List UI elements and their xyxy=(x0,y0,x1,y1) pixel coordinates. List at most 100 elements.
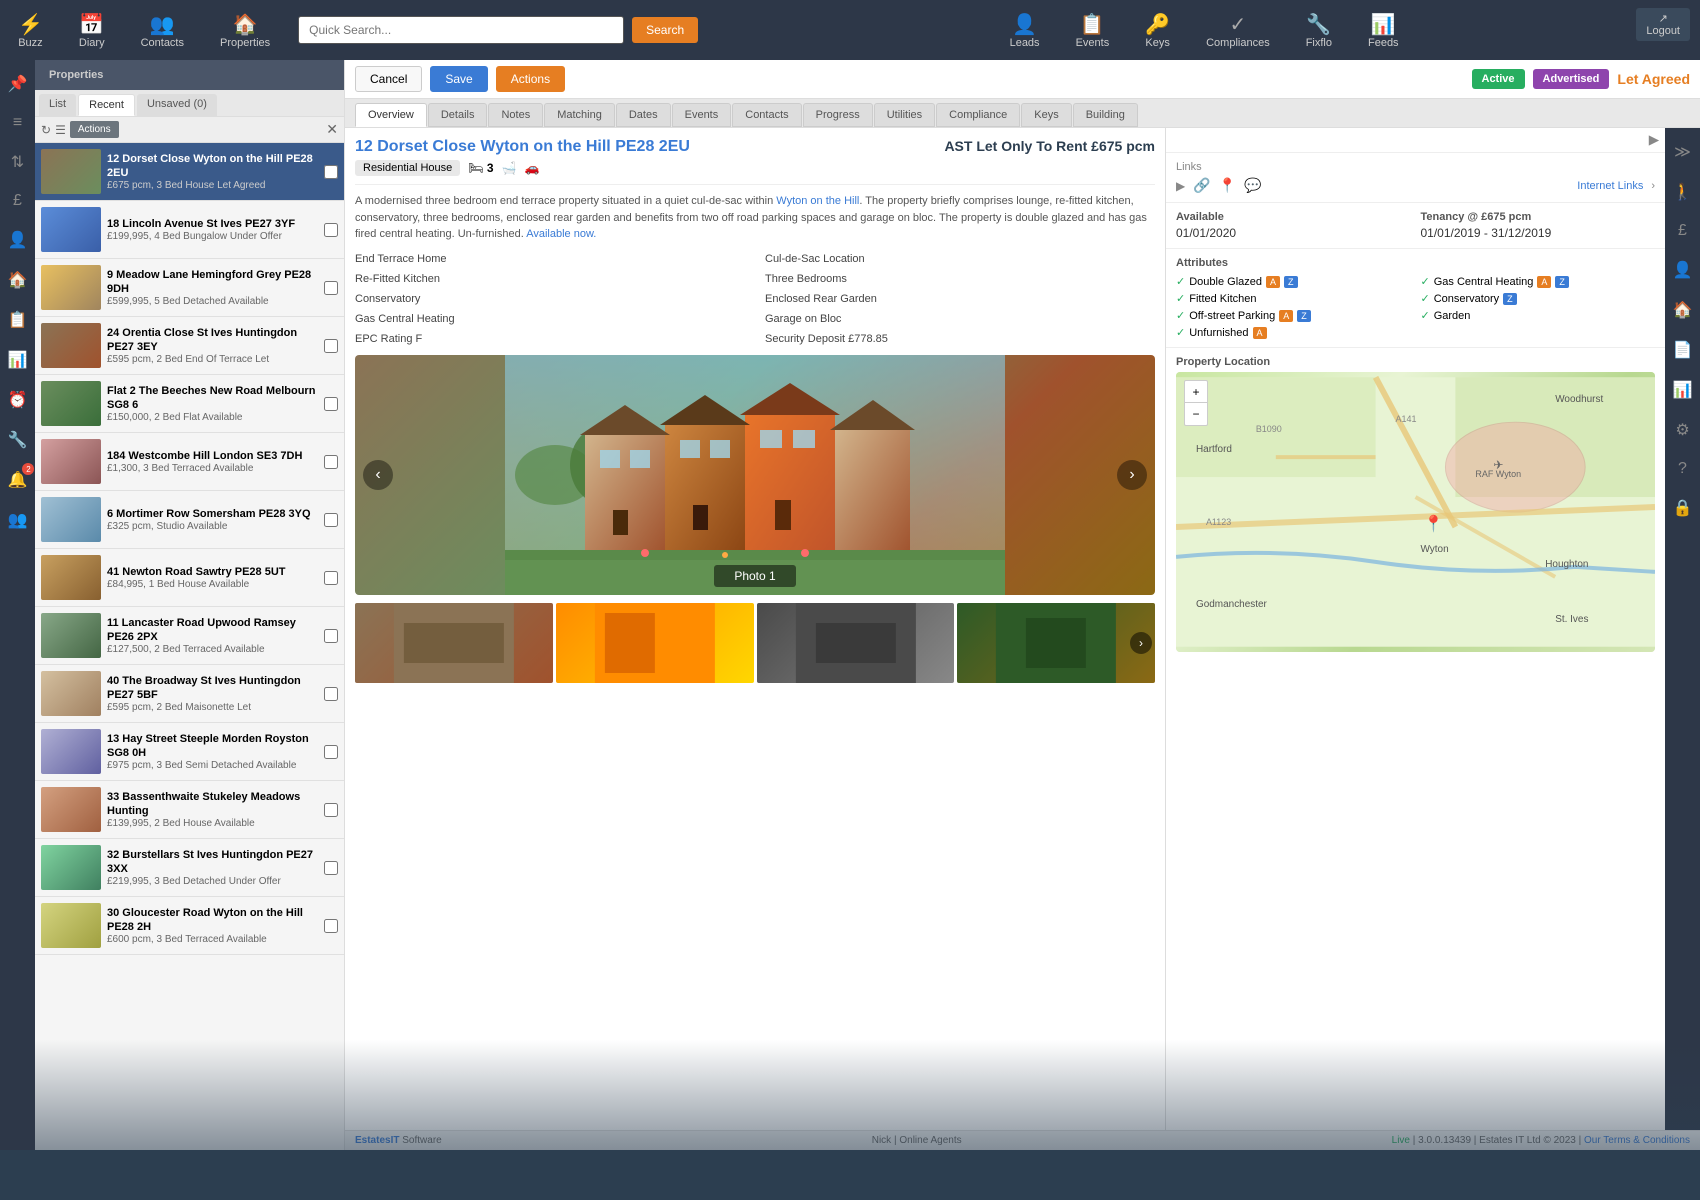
photo-next-button[interactable]: › xyxy=(1117,460,1147,490)
actions-button[interactable]: Actions xyxy=(70,121,119,138)
nav-fixflo[interactable]: 🔧 Fixflo xyxy=(1298,8,1340,53)
thumb-4[interactable] xyxy=(957,603,1155,683)
search-button[interactable]: Search xyxy=(632,17,698,43)
property-checkbox-0[interactable] xyxy=(324,165,338,179)
property-item-8[interactable]: 11 Lancaster Road Upwood Ramsey PE26 2PX… xyxy=(35,607,344,665)
play-icon[interactable]: ▶ xyxy=(1176,179,1185,193)
refresh-icon[interactable]: ↻ xyxy=(41,123,51,137)
tab-overview[interactable]: Overview xyxy=(355,103,427,127)
property-item-7[interactable]: 41 Newton Road Sawtry PE28 5UT £84,995, … xyxy=(35,549,344,607)
property-checkbox-9[interactable] xyxy=(324,687,338,701)
internet-links-arrow[interactable]: › xyxy=(1651,180,1655,192)
nav-diary[interactable]: 📅 Diary xyxy=(71,8,113,53)
tab-list[interactable]: List xyxy=(39,94,76,116)
internet-links-btn[interactable]: Internet Links xyxy=(1577,180,1643,192)
property-item-5[interactable]: 184 Westcombe Hill London SE3 7DH £1,300… xyxy=(35,433,344,491)
tab-details[interactable]: Details xyxy=(428,103,488,127)
nav-keys[interactable]: 🔑 Keys xyxy=(1137,8,1178,53)
tab-keys[interactable]: Keys xyxy=(1021,103,1071,127)
tab-unsaved[interactable]: Unsaved (0) xyxy=(137,94,217,116)
terms-link[interactable]: Our Terms & Conditions xyxy=(1584,1135,1690,1146)
sidebar-home-icon[interactable]: 🏠 xyxy=(4,266,32,294)
nav-events[interactable]: 📋 Events xyxy=(1068,8,1118,53)
property-item-0[interactable]: 12 Dorset Close Wyton on the Hill PE28 2… xyxy=(35,143,344,201)
cancel-button[interactable]: Cancel xyxy=(355,66,422,92)
tab-compliance[interactable]: Compliance xyxy=(936,103,1020,127)
property-item-3[interactable]: 24 Orentia Close St Ives Huntingdon PE27… xyxy=(35,317,344,375)
sidebar-clipboard-icon[interactable]: 📋 xyxy=(4,306,32,334)
nav-leads[interactable]: 👤 Leads xyxy=(1002,8,1048,53)
zoom-out-button[interactable]: − xyxy=(1185,403,1207,425)
right-nav-lock-icon[interactable]: 🔒 xyxy=(1669,494,1697,522)
right-nav-collapse-icon[interactable]: ≫ xyxy=(1670,138,1695,166)
right-nav-pound-icon[interactable]: £ xyxy=(1674,218,1691,244)
right-nav-settings-icon[interactable]: ⚙ xyxy=(1671,416,1693,444)
close-panel-button[interactable]: ✕ xyxy=(326,121,338,138)
nav-properties[interactable]: 🏠 Properties xyxy=(212,8,278,53)
sidebar-notification-icon[interactable]: 🔔 2 xyxy=(4,466,32,494)
right-nav-help-icon[interactable]: ? xyxy=(1674,456,1691,482)
tab-utilities[interactable]: Utilities xyxy=(874,103,935,127)
right-nav-person-icon[interactable]: 🚶 xyxy=(1669,178,1697,206)
property-item-10[interactable]: 13 Hay Street Steeple Morden Royston SG8… xyxy=(35,723,344,781)
speech-icon[interactable]: 💬 xyxy=(1244,177,1261,194)
property-checkbox-6[interactable] xyxy=(324,513,338,527)
property-checkbox-2[interactable] xyxy=(324,281,338,295)
thumb-next-button[interactable]: › xyxy=(1130,632,1152,654)
sidebar-clock-icon[interactable]: ⏰ xyxy=(4,386,32,414)
tab-contacts[interactable]: Contacts xyxy=(732,103,801,127)
property-item-1[interactable]: 18 Lincoln Avenue St Ives PE27 3YF £199,… xyxy=(35,201,344,259)
sidebar-users-icon[interactable]: 👥 xyxy=(4,506,32,534)
property-item-4[interactable]: Flat 2 The Beeches New Road Melbourn SG8… xyxy=(35,375,344,433)
nav-buzz[interactable]: ⚡ Buzz xyxy=(10,8,51,53)
property-checkbox-10[interactable] xyxy=(324,745,338,759)
property-checkbox-4[interactable] xyxy=(324,397,338,411)
property-item-13[interactable]: 30 Gloucester Road Wyton on the Hill PE2… xyxy=(35,897,344,955)
property-checkbox-13[interactable] xyxy=(324,919,338,933)
property-checkbox-3[interactable] xyxy=(324,339,338,353)
zoom-in-button[interactable]: + xyxy=(1185,381,1207,403)
nav-feeds[interactable]: 📊 Feeds xyxy=(1360,8,1407,53)
sidebar-list-icon[interactable]: ≡ xyxy=(9,110,26,136)
photo-prev-button[interactable]: ‹ xyxy=(363,460,393,490)
right-nav-chart-icon[interactable]: 📊 xyxy=(1669,376,1697,404)
list-view-icon[interactable]: ☰ xyxy=(55,123,66,137)
sidebar-sort-icon[interactable]: ⇅ xyxy=(7,148,28,176)
property-item-2[interactable]: 9 Meadow Lane Hemingford Grey PE28 9DH £… xyxy=(35,259,344,317)
property-checkbox-8[interactable] xyxy=(324,629,338,643)
right-nav-home-icon[interactable]: 🏠 xyxy=(1669,296,1697,324)
tab-building[interactable]: Building xyxy=(1073,103,1138,127)
actions-button[interactable]: Actions xyxy=(496,66,565,92)
sidebar-pound-icon[interactable]: £ xyxy=(9,188,26,214)
tab-progress[interactable]: Progress xyxy=(803,103,873,127)
property-checkbox-7[interactable] xyxy=(324,571,338,585)
nav-compliances[interactable]: ✓ Compliances xyxy=(1198,8,1278,53)
location-icon[interactable]: 📍 xyxy=(1219,177,1236,194)
nav-contacts[interactable]: 👥 Contacts xyxy=(133,8,192,53)
sidebar-chart-icon[interactable]: 📊 xyxy=(4,346,32,374)
tab-dates[interactable]: Dates xyxy=(616,103,671,127)
tab-events[interactable]: Events xyxy=(672,103,732,127)
property-item-9[interactable]: 40 The Broadway St Ives Huntingdon PE27 … xyxy=(35,665,344,723)
chain-icon[interactable]: 🔗 xyxy=(1193,177,1210,194)
sidebar-person-icon[interactable]: 👤 xyxy=(4,226,32,254)
right-nav-document-icon[interactable]: 📄 xyxy=(1669,336,1697,364)
right-panel-arrow-btn[interactable]: ▶ xyxy=(1649,132,1659,148)
property-item-12[interactable]: 32 Burstellars St Ives Huntingdon PE27 3… xyxy=(35,839,344,897)
search-input[interactable] xyxy=(298,16,624,44)
right-nav-person2-icon[interactable]: 👤 xyxy=(1669,256,1697,284)
tab-notes[interactable]: Notes xyxy=(488,103,543,127)
property-checkbox-12[interactable] xyxy=(324,861,338,875)
tab-matching[interactable]: Matching xyxy=(544,103,615,127)
property-checkbox-11[interactable] xyxy=(324,803,338,817)
tab-recent[interactable]: Recent xyxy=(78,94,135,116)
thumb-1[interactable] xyxy=(355,603,553,683)
property-item-11[interactable]: 33 Bassenthwaite Stukeley Meadows Huntin… xyxy=(35,781,344,839)
logout-button[interactable]: ↗ Logout xyxy=(1636,8,1690,41)
save-button[interactable]: Save xyxy=(430,66,487,92)
thumb-2[interactable] xyxy=(556,603,754,683)
sidebar-pin-icon[interactable]: 📌 xyxy=(4,70,32,98)
sidebar-wrench-icon[interactable]: 🔧 xyxy=(4,426,32,454)
property-checkbox-5[interactable] xyxy=(324,455,338,469)
property-item-6[interactable]: 6 Mortimer Row Somersham PE28 3YQ £325 p… xyxy=(35,491,344,549)
